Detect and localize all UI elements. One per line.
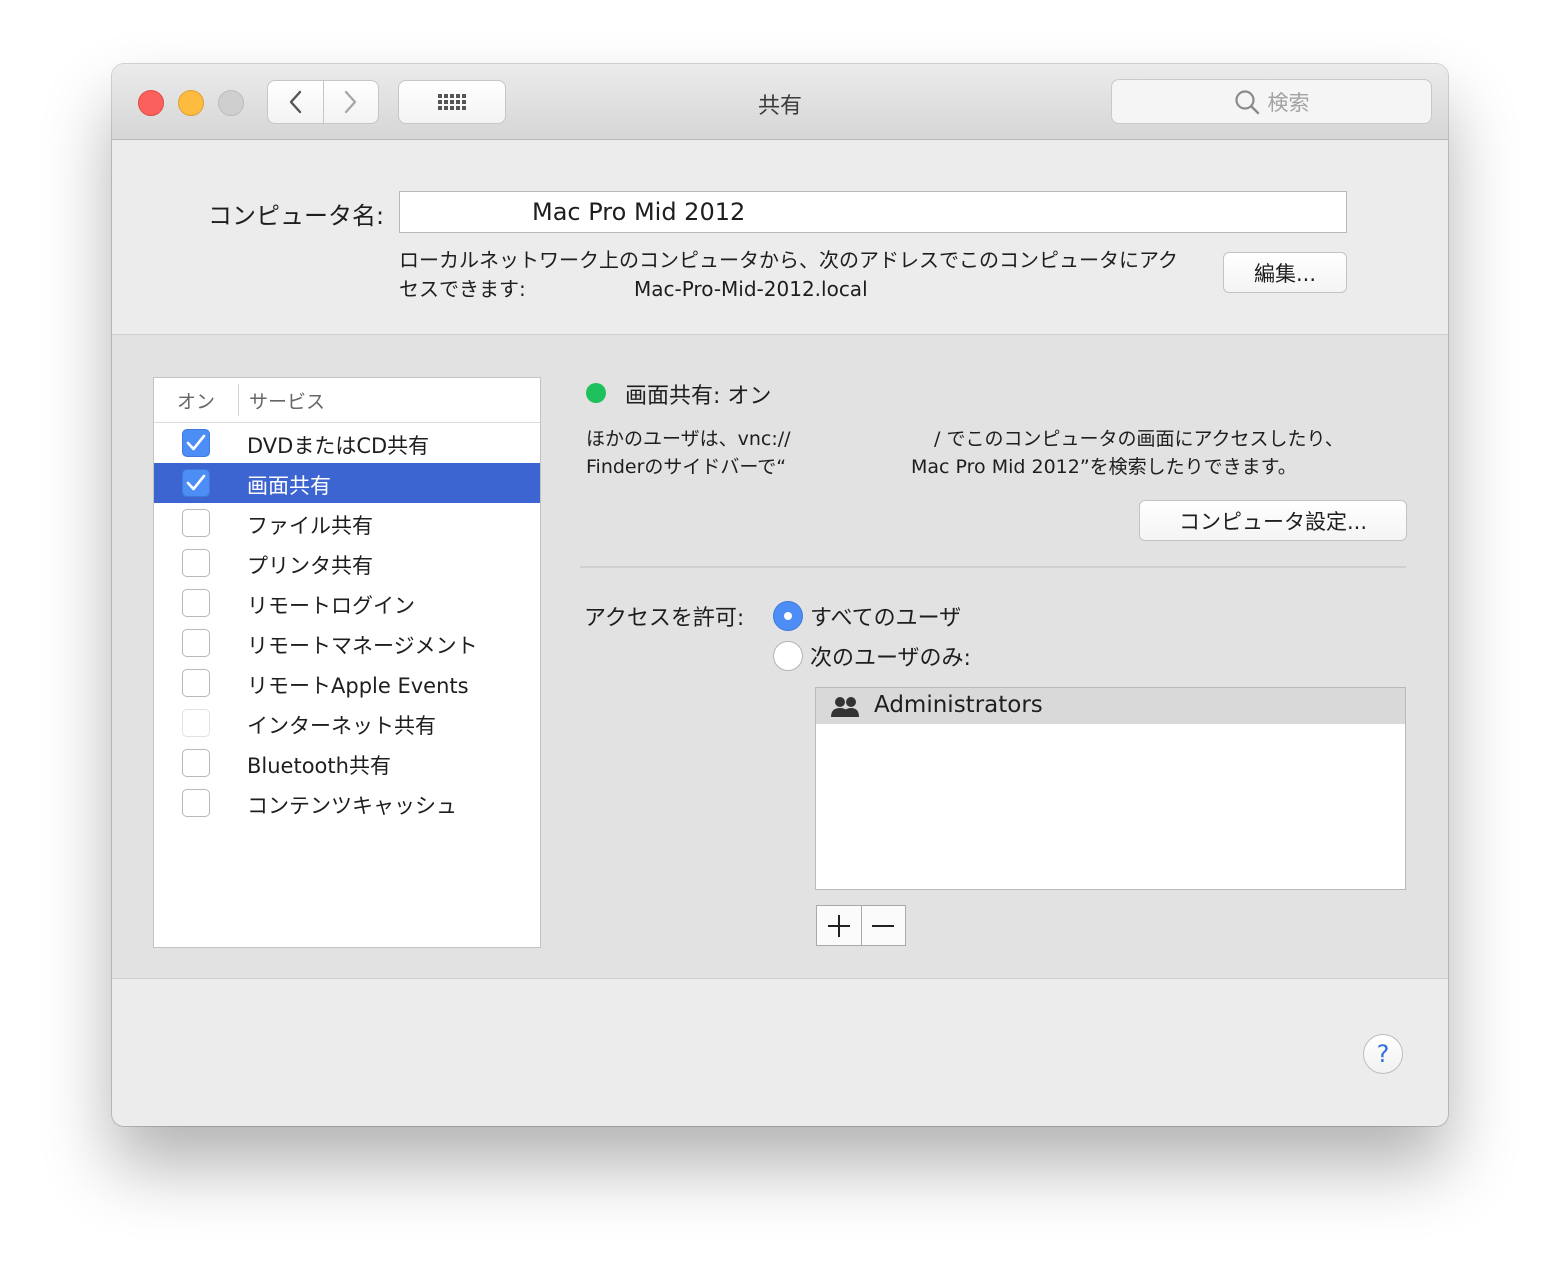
column-service: サービス [249,391,326,413]
service-label: リモートマネージメント [247,634,478,658]
computer-name-field[interactable]: Mac Pro Mid 2012 [399,191,1347,233]
radio-only-these-users-label[interactable]: 次のユーザのみ: [810,640,971,672]
service-checkbox[interactable] [182,749,210,777]
column-on: オン [177,391,216,413]
service-label: リモートApple Events [247,674,469,698]
divider [580,566,1406,568]
service-row[interactable]: プリンタ共有 [154,543,540,583]
services-list: オン サービス DVDまたはCD共有 画面共有ファイル共有 プリンタ共有リモートログ… [153,377,541,948]
services-section: オン サービス DVDまたはCD共有 画面共有ファイル共有 プリンタ共有リモートログ… [112,334,1448,979]
address-desc-line1: ローカルネットワーク上のコンピュータから、次のアドレスでこのコンピュータにアク [399,248,1178,272]
service-checkbox[interactable] [182,549,210,577]
service-checkbox[interactable] [182,469,210,497]
service-label: DVDまたはCD共有 [247,434,430,458]
service-checkbox[interactable] [182,509,210,537]
allowed-users-list[interactable]: Administrators [815,687,1406,890]
list-item[interactable]: Administrators [816,688,1405,724]
service-checkbox[interactable] [182,429,210,457]
remove-user-button[interactable] [860,906,906,945]
service-checkbox[interactable] [182,629,210,657]
radio-all-users-label[interactable]: すべてのユーザ [810,600,961,632]
service-checkbox[interactable] [182,589,210,617]
service-row[interactable]: Bluetooth共有 [154,743,540,783]
local-address: Mac-Pro-Mid-2012.local [634,277,868,301]
search-field[interactable]: 検索 [1111,79,1432,124]
access-label: アクセスを許可: [584,606,745,631]
edit-button[interactable]: 編集... [1223,252,1347,293]
titlebar: 共有 検索 [112,64,1448,140]
services-list-header: オン サービス [154,378,540,423]
computer-settings-button[interactable]: コンピュータ設定... [1139,500,1407,541]
service-row[interactable]: リモートマネージメント [154,623,540,663]
column-separator [238,384,239,416]
checkmark-icon [186,434,206,451]
group-icon [831,697,859,717]
radio-only-these-users[interactable] [773,641,803,671]
radio-all-users[interactable] [773,601,803,631]
search-placeholder: 検索 [1267,90,1310,115]
service-row[interactable]: リモートログイン [154,583,540,623]
service-label: 画面共有 [247,474,331,498]
service-description: ほかのユーザは、vnc:// / でこのコンピュータの画面にアクセスしたり、 F… [586,425,1406,481]
status-title: 画面共有: オン [625,384,772,409]
service-row[interactable]: コンテンツキャッシュ [154,783,540,823]
description-line1-tail: / でこのコンピュータの画面にアクセスしたり、 [934,428,1344,450]
user-name: Administrators [874,692,1043,718]
service-label: リモートログイン [247,594,415,618]
service-row[interactable]: インターネット共有 [154,703,540,743]
computer-name-value: Mac Pro Mid 2012 [532,198,746,226]
service-checkbox [182,709,210,737]
computer-name-section: コンピュータ名: Mac Pro Mid 2012 ローカルネットワーク上のコン… [112,140,1448,334]
sharing-window: 共有 検索 コンピュータ名: Mac Pro Mid 2012 ローカルネットワ… [112,64,1448,1126]
add-remove-control [816,905,906,946]
plus-icon [827,914,850,937]
service-checkbox[interactable] [182,669,210,697]
service-label: ファイル共有 [247,514,373,538]
service-row[interactable]: ファイル共有 [154,503,540,543]
minus-icon [872,924,895,927]
computer-name-label: コンピュータ名: [208,202,385,230]
service-row[interactable]: 画面共有 [154,463,540,503]
service-row[interactable]: DVDまたはCD共有 [154,423,540,463]
service-label: Bluetooth共有 [247,754,391,778]
status-indicator [586,383,606,403]
checkmark-icon [186,474,206,491]
add-user-button[interactable] [817,906,861,945]
service-checkbox[interactable] [182,789,210,817]
description-line2-tail: Mac Pro Mid 2012”を検索したりできます。 [911,456,1297,478]
search-icon [1234,89,1259,114]
service-label: インターネット共有 [247,714,436,738]
service-row[interactable]: リモートApple Events [154,663,540,703]
service-label: プリンタ共有 [247,554,373,578]
address-description: ローカルネットワーク上のコンピュータから、次のアドレスでこのコンピュータにアク … [399,246,1209,304]
help-button[interactable]: ? [1363,1034,1403,1074]
service-label: コンテンツキャッシュ [247,794,457,818]
